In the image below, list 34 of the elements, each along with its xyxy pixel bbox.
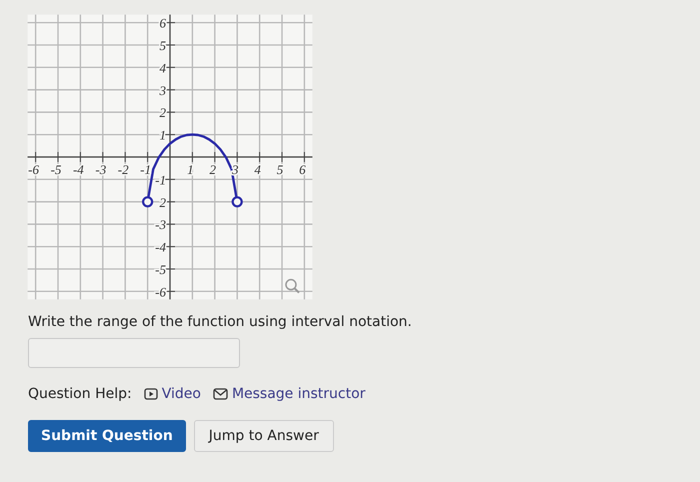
tick-label: -4 (72, 162, 84, 177)
video-link[interactable]: Video (144, 386, 201, 402)
envelope-icon (212, 388, 228, 400)
submit-button[interactable]: Submit Question (28, 420, 186, 452)
tick-label: 6 (299, 162, 306, 177)
tick-label: 4 (254, 162, 261, 177)
tick-label: -5 (155, 262, 166, 277)
video-icon (144, 388, 158, 400)
tick-label: -3 (155, 217, 166, 232)
tick-label: -5 (50, 162, 62, 177)
tick-label: 5 (160, 38, 166, 53)
tick-label: 1 (187, 162, 194, 177)
tick-label: 2 (210, 162, 216, 177)
tick-label: 5 (276, 162, 284, 177)
question-text: Write the range of the function using interval notation. (28, 314, 413, 330)
tick-label: 2 (160, 194, 166, 210)
tick-label: -1 (155, 172, 166, 188)
message-link[interactable]: Message instructor (212, 386, 366, 402)
jump-button[interactable]: Jump to Answer (194, 420, 334, 452)
tick-label: -1 (140, 162, 152, 177)
tick-label: -4 (155, 240, 166, 255)
tick-label: -3 (95, 162, 106, 177)
magnifier-icon[interactable] (285, 278, 300, 294)
tick-label: 6 (160, 16, 166, 31)
tick-label: 4 (160, 60, 166, 76)
tick-label: 1 (160, 128, 166, 143)
tick-label: -2 (118, 162, 129, 177)
tick-label: -6 (28, 162, 40, 177)
help-label: Question Help: (28, 386, 132, 402)
tick-label: 2 (160, 105, 166, 120)
tick-label: -6 (155, 284, 166, 300)
tick-label: 3 (160, 82, 166, 98)
tick-label: 3 (232, 162, 238, 177)
answer-field[interactable] (28, 338, 240, 368)
